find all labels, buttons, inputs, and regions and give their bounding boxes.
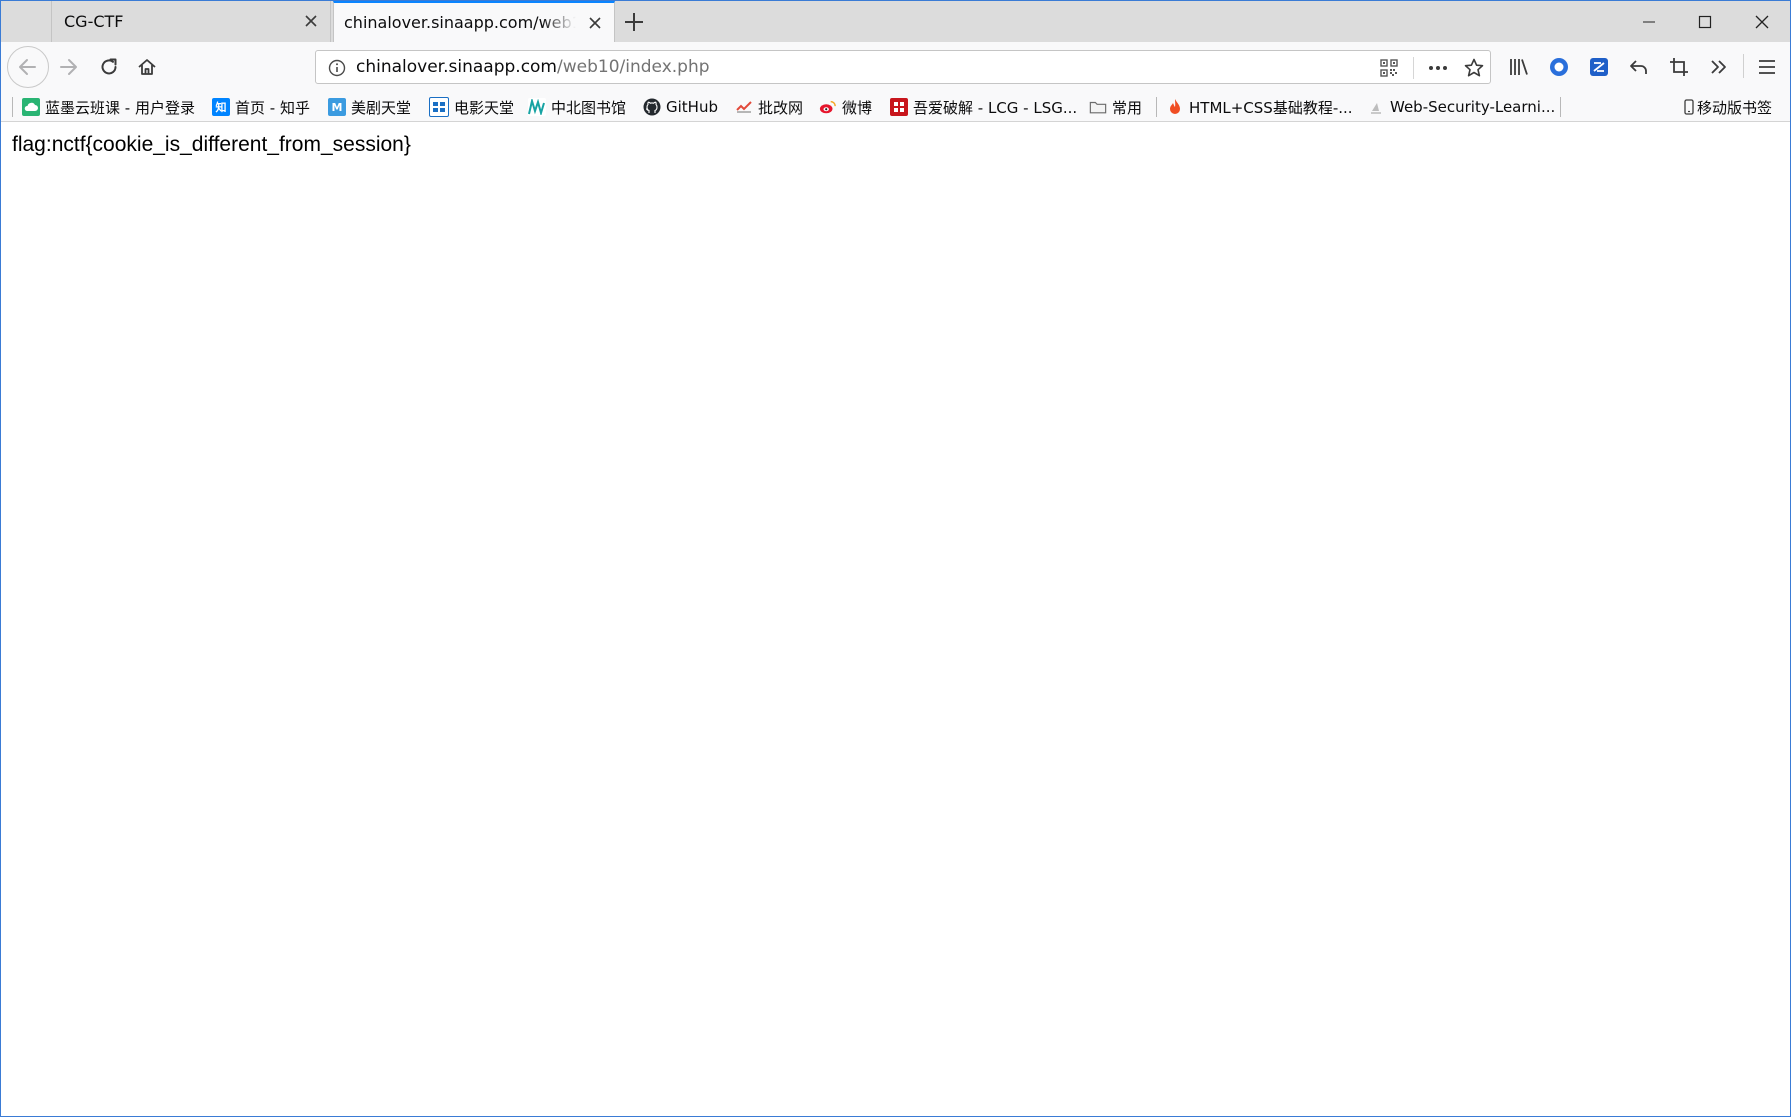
flag-text: flag:nctf{cookie_is_different_from_sessi…: [12, 133, 411, 156]
bookmark-separator: [1560, 97, 1561, 117]
bookmark-library[interactable]: 中北图书馆: [528, 96, 626, 118]
library-icon: [528, 98, 546, 116]
bookmark-label: 中北图书馆: [551, 98, 627, 117]
bookmark-zhihu[interactable]: 知 首页 - 知乎: [212, 96, 310, 118]
home-icon: [138, 59, 156, 75]
weibo-icon: [819, 98, 837, 116]
52pojie-icon: [890, 98, 908, 116]
extension-note-button[interactable]: [1584, 52, 1614, 82]
main-menu-button[interactable]: [1752, 52, 1782, 82]
bookmark-meiju[interactable]: M 美剧天堂: [328, 96, 411, 118]
bookmark-label: 微博: [842, 98, 873, 117]
chevron-double-right-icon: [1711, 60, 1726, 74]
browser-window: CG-CTF chinalover.sinaapp.com/web10/i: [0, 0, 1791, 1117]
cloud-icon: [22, 98, 40, 116]
tab-strip: CG-CTF chinalover.sinaapp.com/web10/i: [1, 1, 1790, 42]
bookmark-star-icon[interactable]: [1463, 57, 1485, 79]
reload-icon: [101, 58, 117, 75]
minimize-icon: [1643, 21, 1655, 22]
mobile-bookmarks-label: 移动版书签: [1697, 98, 1773, 117]
library-icon: [1510, 59, 1528, 75]
dytt-icon: [429, 97, 449, 117]
crop-icon: [1670, 58, 1688, 76]
tab-title: chinalover.sinaapp.com/web10/i: [344, 13, 576, 32]
close-icon[interactable]: [302, 12, 320, 30]
bookmark-weibo[interactable]: 微博: [819, 96, 872, 118]
close-window-button[interactable]: [1734, 1, 1790, 42]
forward-button[interactable]: [53, 52, 83, 82]
mobile-icon: [1684, 98, 1694, 116]
toolbar-divider: [1743, 54, 1744, 78]
url-path: /web10/index.php: [557, 57, 710, 77]
folder-icon: [1089, 98, 1107, 116]
maximize-icon: [1698, 15, 1712, 28]
extension-blue-circle-button[interactable]: [1544, 52, 1574, 82]
screenshot-button[interactable]: [1664, 52, 1694, 82]
undo-close-tab-button[interactable]: [1624, 52, 1654, 82]
minimize-button[interactable]: [1621, 1, 1677, 42]
url-bar[interactable]: chinalover.sinaapp.com/web10/index.php: [315, 50, 1491, 84]
extension-circle-icon: [1550, 58, 1568, 76]
bookmark-label: HTML+CSS基础教程-...: [1189, 98, 1353, 117]
overflow-menu-button[interactable]: [1704, 52, 1734, 82]
tab-web10[interactable]: chinalover.sinaapp.com/web10/i: [333, 1, 615, 42]
meiju-icon: M: [328, 98, 346, 116]
bookmark-separator: [12, 97, 13, 117]
bookmarks-toolbar: 蓝墨云班课 - 用户登录 知 首页 - 知乎 M 美剧天堂 电影天堂 中北图书馆: [1, 92, 1790, 122]
github-icon: [643, 98, 661, 116]
bookmark-pigai[interactable]: 批改网: [735, 96, 803, 118]
bookmark-label: 常用: [1112, 98, 1143, 117]
new-tab-icon[interactable]: [621, 9, 647, 35]
urlbar-divider: [1413, 57, 1414, 79]
bookmark-dytt[interactable]: 电影天堂: [429, 96, 514, 118]
page-icon: [1367, 98, 1385, 116]
site-info-icon[interactable]: [328, 59, 346, 77]
bookmark-label: 批改网: [758, 98, 804, 117]
bookmark-label: 吾爱破解 - LCG - LSG...: [913, 98, 1078, 117]
library-button[interactable]: [1504, 52, 1534, 82]
tab-cg-ctf[interactable]: CG-CTF: [51, 1, 331, 42]
qr-code-icon[interactable]: [1379, 58, 1399, 78]
hamburger-menu-icon: [1759, 60, 1775, 74]
page-actions-icon[interactable]: [1427, 58, 1449, 78]
bookmark-label: 电影天堂: [454, 98, 515, 117]
bookmark-52pojie[interactable]: 吾爱破解 - LCG - LSG...: [890, 96, 1077, 118]
mobile-bookmarks[interactable]: 移动版书签: [1684, 96, 1772, 118]
bookmark-github[interactable]: GitHub: [643, 96, 718, 118]
url-text[interactable]: chinalover.sinaapp.com/web10/index.php: [356, 57, 710, 77]
bookmark-lanmoyun[interactable]: 蓝墨云班课 - 用户登录: [22, 96, 195, 118]
pigai-icon: [735, 98, 753, 116]
bookmark-label: 首页 - 知乎: [235, 98, 310, 117]
back-arrow-icon: [19, 59, 36, 75]
extension-note-icon: [1590, 58, 1608, 76]
close-icon[interactable]: [586, 14, 604, 32]
url-host: chinalover.sinaapp.com: [356, 57, 557, 77]
undo-icon: [1630, 60, 1647, 74]
page-content: flag:nctf{cookie_is_different_from_sessi…: [1, 122, 1790, 1116]
forward-arrow-icon: [60, 59, 77, 75]
reload-button[interactable]: [94, 52, 124, 82]
flame-icon: [1166, 98, 1184, 116]
bookmark-folder-common[interactable]: 常用: [1089, 96, 1142, 118]
tab-title: CG-CTF: [64, 12, 124, 31]
bookmark-web-security[interactable]: Web-Security-Learni...: [1367, 96, 1555, 118]
back-button[interactable]: [7, 46, 49, 88]
maximize-button[interactable]: [1677, 1, 1733, 42]
bookmark-label: GitHub: [666, 98, 718, 116]
bookmark-html-css[interactable]: HTML+CSS基础教程-...: [1166, 96, 1353, 118]
home-button[interactable]: [132, 52, 162, 82]
bookmark-label: Web-Security-Learni...: [1390, 98, 1556, 116]
zhihu-icon: 知: [212, 98, 230, 116]
close-icon: [1755, 15, 1769, 28]
bookmark-separator: [1156, 97, 1157, 117]
bookmark-label: 蓝墨云班课 - 用户登录: [45, 98, 195, 117]
bookmark-label: 美剧天堂: [351, 98, 412, 117]
navigation-toolbar: chinalover.sinaapp.com/web10/index.php: [1, 42, 1790, 92]
